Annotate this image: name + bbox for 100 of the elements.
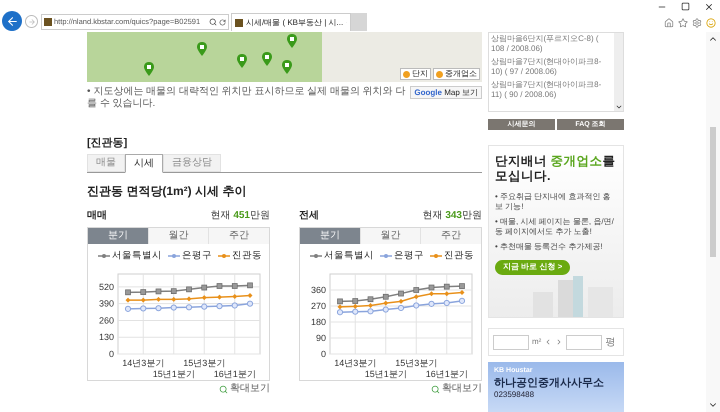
y-tick-label: 260	[98, 315, 114, 326]
data-point	[186, 296, 192, 302]
scrollbar[interactable]	[706, 32, 720, 412]
data-point	[155, 305, 162, 312]
map-pin-icon	[282, 60, 292, 74]
google-map-button[interactable]: Google Map 보기	[410, 86, 482, 99]
browser-tab[interactable]: 시세/매물 ( KB부동산 | 시...	[231, 13, 351, 31]
map-legend-toggle[interactable]: 단지	[400, 68, 431, 80]
data-point	[248, 293, 252, 298]
data-point	[232, 294, 238, 299]
y-tick-label: 270	[310, 301, 326, 311]
data-point	[444, 284, 450, 290]
x-tick-label: 15년1분기	[152, 369, 195, 379]
home-icon	[664, 18, 674, 28]
map-pin-icon	[262, 52, 272, 66]
apartment-item[interactable]: 상림마을7단지(현대아이파크8-11) ( 90 / 2008.06)	[491, 80, 612, 100]
data-point	[232, 302, 238, 309]
legend-item: 서울특별시	[310, 251, 374, 261]
legend-marker-icon	[98, 253, 110, 259]
x-tick-label: 16년1분기	[426, 369, 468, 379]
period-tab[interactable]: 월간	[360, 228, 420, 244]
banner-title: 단지배너 중개업소를 모십니다.	[495, 154, 616, 184]
area-input[interactable]	[493, 334, 529, 350]
period-tab[interactable]: 월간	[148, 228, 208, 244]
apartment-item[interactable]: 상림마을7단지(현대아이파크8-10) ( 97 / 2008.06)	[491, 57, 612, 77]
y-tick-label: 180	[310, 317, 326, 327]
banner-bullet: • 추천매물 등록건수 추가제공!	[495, 242, 604, 252]
section-title: [진관동]	[87, 138, 128, 149]
data-point	[156, 288, 162, 294]
current-price: 현재 343만원	[422, 211, 482, 221]
x-tick-label: 15년1분기	[364, 369, 407, 379]
data-point	[201, 304, 208, 310]
y-tick-label: 390	[98, 298, 114, 309]
pyeong-input[interactable]	[566, 334, 602, 350]
apply-button[interactable]: 지금 바로 신청 >	[495, 260, 570, 274]
data-point	[216, 283, 222, 289]
y-tick-label: 520	[98, 282, 114, 292]
y-tick-label: 0	[108, 349, 114, 359]
data-point	[170, 304, 177, 311]
content-tab[interactable]: 매물	[87, 154, 125, 172]
back-button[interactable]	[2, 11, 22, 31]
content-tab[interactable]: 시세	[125, 154, 163, 173]
map-pin-icon	[287, 34, 297, 48]
refresh-icon	[219, 18, 226, 26]
x-tick-label: 14년3분기	[122, 358, 164, 368]
new-tab-button[interactable]	[351, 13, 367, 31]
legend-item: 은평구	[168, 251, 212, 261]
zoom-link[interactable]: 확대보기	[431, 384, 482, 394]
map-legend-toggle[interactable]: 중개업소	[433, 68, 480, 80]
chart-label: 전세	[299, 211, 319, 221]
data-point	[126, 298, 130, 303]
chart-label: 매매	[87, 211, 107, 221]
data-point	[458, 298, 466, 304]
data-point	[124, 306, 132, 312]
data-point	[186, 304, 192, 310]
y-tick-label: 130	[98, 332, 114, 342]
data-point	[444, 291, 450, 296]
period-tab[interactable]: 주간	[208, 228, 270, 244]
settings-icon	[692, 18, 702, 28]
legend-item: 은평구	[380, 251, 424, 261]
data-point	[170, 288, 177, 294]
data-point	[140, 305, 146, 312]
period-tab[interactable]: 주간	[420, 228, 482, 244]
x-tick-label: 15년3분기	[395, 358, 438, 368]
data-point	[156, 296, 161, 302]
map-pin-icon	[144, 62, 154, 76]
forward-button[interactable]	[25, 15, 38, 28]
data-point	[247, 282, 253, 288]
favorites-star-icon	[678, 18, 688, 28]
x-tick-label: 15년3분기	[183, 358, 226, 368]
data-point	[217, 294, 222, 300]
data-point	[140, 298, 146, 303]
unit-label: 평	[605, 336, 616, 350]
unit-label: m²	[532, 336, 542, 348]
period-tab[interactable]: 분기	[300, 228, 360, 244]
map-view[interactable]: 단지 중개업소	[87, 32, 482, 82]
legend-marker-icon	[168, 253, 180, 259]
forward-arrow-icon	[28, 18, 36, 26]
legend-marker-icon	[310, 253, 322, 259]
legend-marker-icon	[380, 253, 392, 259]
x-tick-label: 14년3분기	[334, 358, 376, 368]
legend-marker-icon	[218, 253, 230, 259]
x-tick-label: 16년1분기	[214, 369, 256, 379]
site-favicon-icon	[235, 18, 243, 26]
data-point	[413, 302, 420, 309]
data-point	[216, 303, 223, 310]
data-point	[186, 286, 192, 292]
map-pin-icon	[237, 54, 247, 68]
legend-item: 진관동	[430, 251, 474, 261]
back-arrow-icon	[6, 14, 18, 28]
map-pin-icon	[197, 42, 207, 56]
zoom-link[interactable]: 확대보기	[219, 384, 270, 394]
legend-item: 서울특별시	[98, 251, 162, 261]
period-tab[interactable]: 분기	[88, 228, 148, 244]
search-icon	[431, 384, 440, 394]
maximize-icon	[681, 2, 690, 11]
content-tab[interactable]: 금융상담	[163, 154, 221, 172]
map-notice: • 지도상에는 매물의 대략적인 위치만 표시하므로 실제 매물의 위치와 다를 수 있습니다.	[87, 86, 406, 110]
data-point	[428, 300, 435, 307]
apartment-item[interactable]: 상림마을6단지(푸르지오C-8) ( 108 / 2008.06)	[491, 34, 612, 54]
